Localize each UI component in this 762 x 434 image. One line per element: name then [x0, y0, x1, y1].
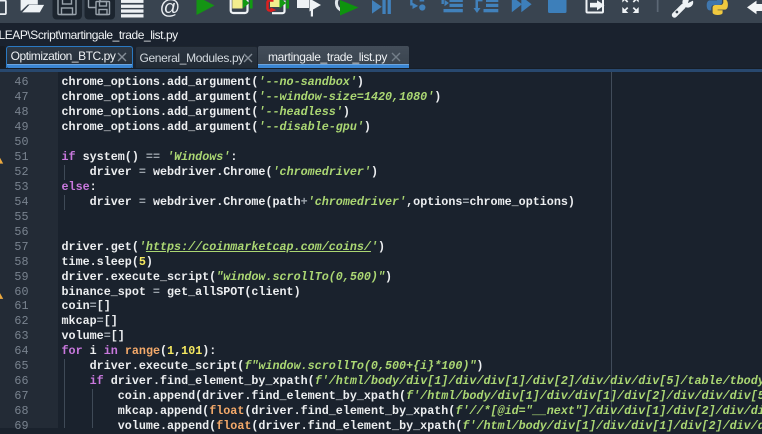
svg-text:@: @ — [160, 0, 181, 19]
